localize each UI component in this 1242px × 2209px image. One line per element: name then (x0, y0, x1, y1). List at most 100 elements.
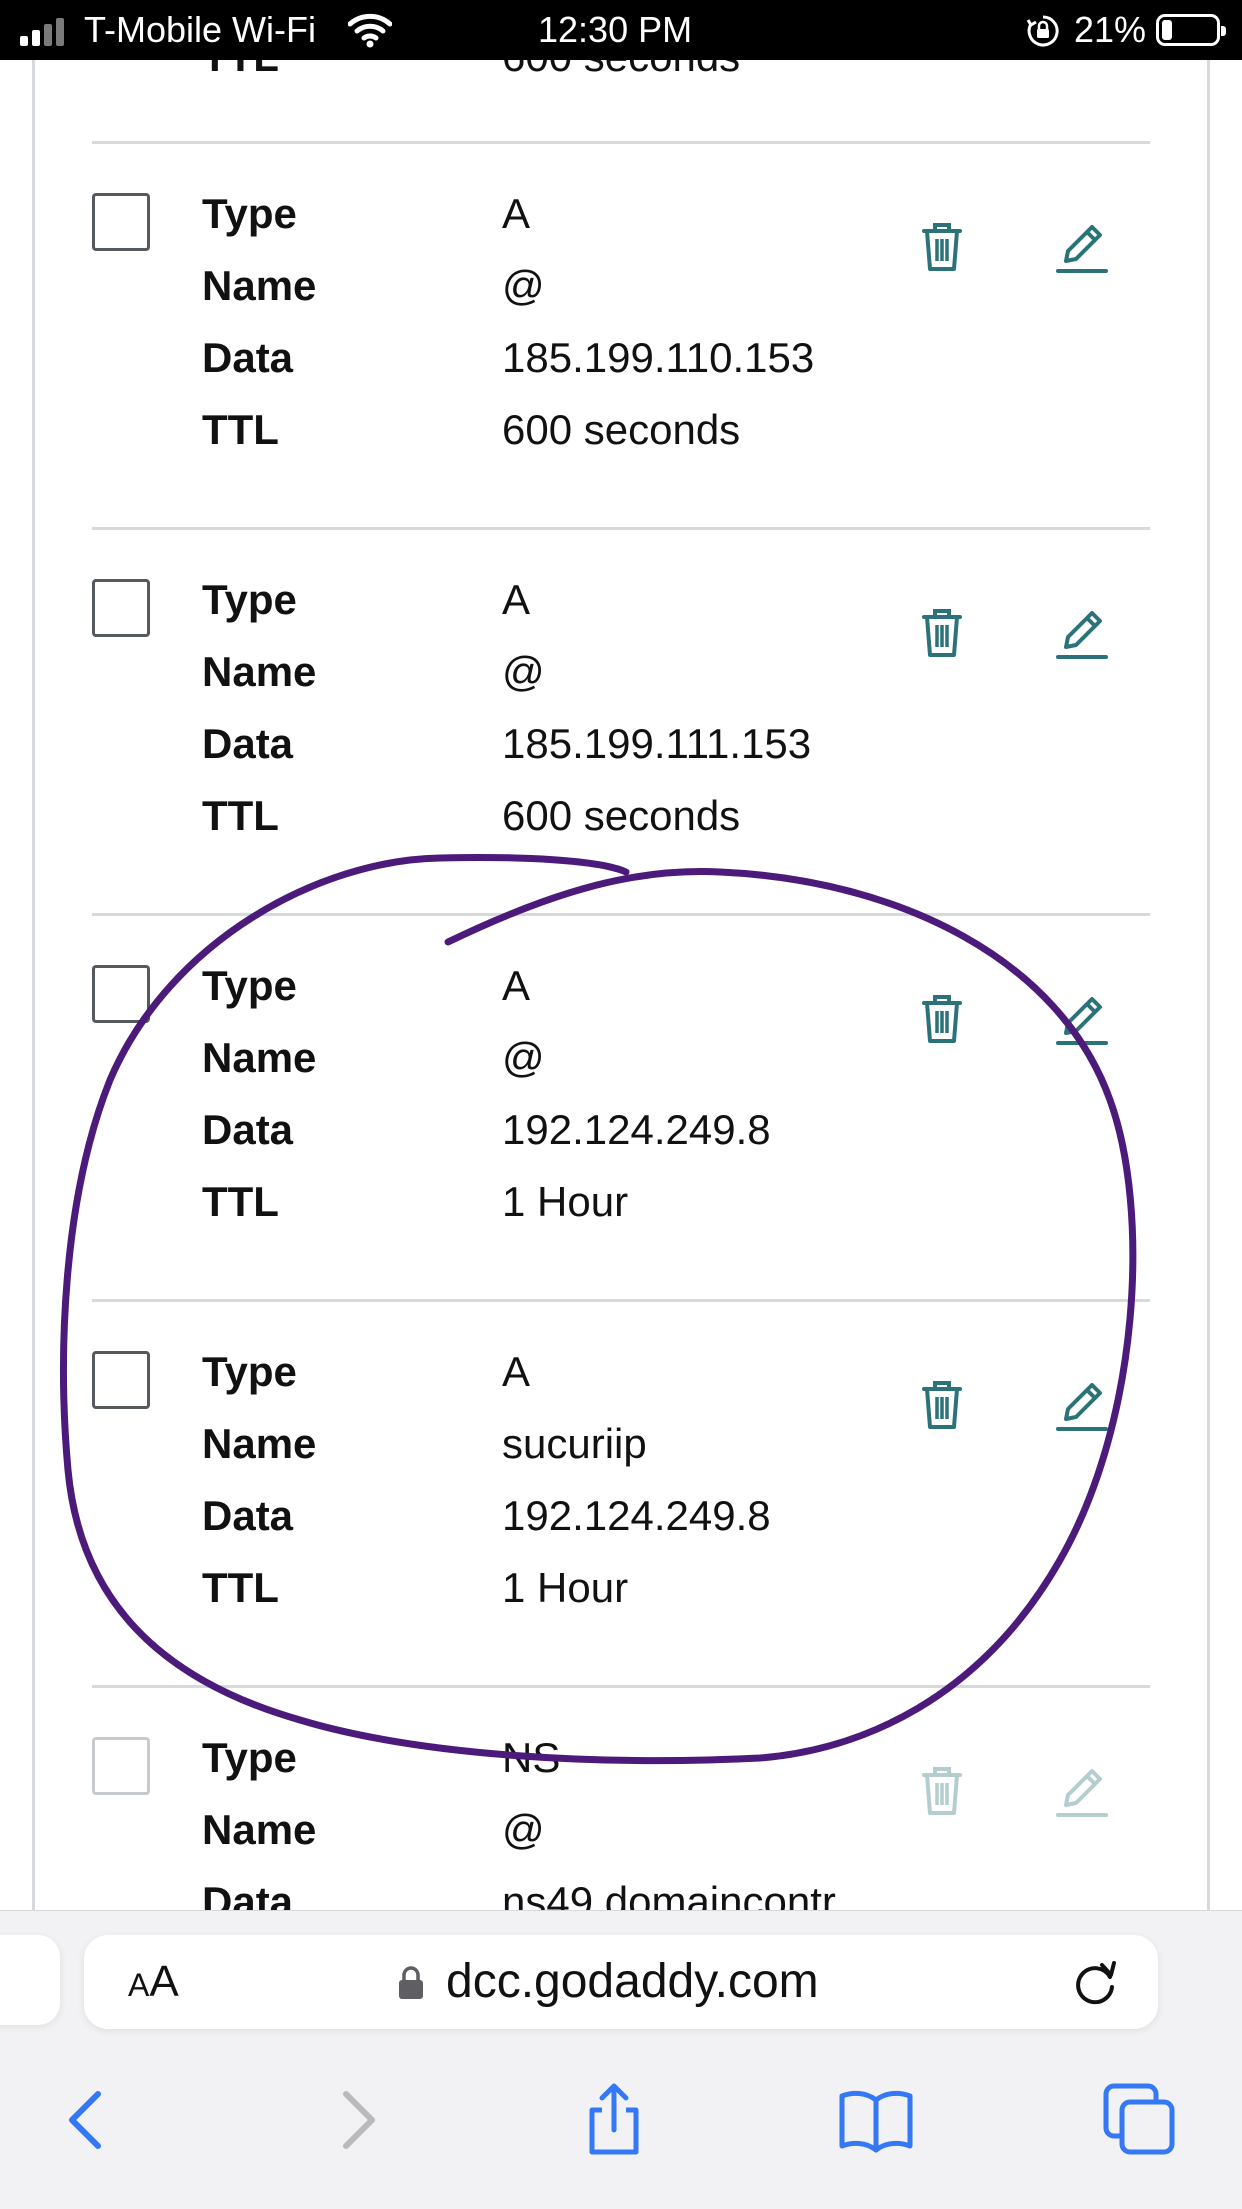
ttl-value: 600 seconds (502, 406, 741, 453)
type-label: Type (202, 1348, 297, 1395)
reload-button[interactable] (1068, 1955, 1122, 2009)
delete-record-button[interactable] (912, 989, 972, 1049)
ttl-label: TTL (202, 406, 279, 453)
type-value: A (502, 190, 531, 237)
delete-record-button[interactable] (912, 603, 972, 663)
name-value: @ (502, 1806, 545, 1853)
ttl-value: 600 seconds (502, 792, 741, 839)
ttl-value: 1 Hour (502, 1178, 629, 1225)
status-bar: T-Mobile Wi-Fi 12:30 PM 21% (0, 0, 1242, 60)
edit-record-button[interactable] (1052, 989, 1112, 1049)
back-icon (69, 2091, 101, 2149)
data-label: Data (202, 1878, 294, 1910)
battery-percentage: 21% (1074, 9, 1147, 50)
pencil-icon (1056, 1383, 1108, 1431)
delete-record-button[interactable] (912, 217, 972, 277)
ttl-label: TTL (202, 1564, 279, 1611)
ttl-label: TTL (202, 1178, 279, 1225)
record-select-checkbox[interactable] (92, 965, 150, 1023)
trash-icon (922, 609, 962, 657)
pencil-icon (1056, 225, 1108, 273)
name-value: sucuriip (502, 1420, 647, 1467)
type-label: Type (202, 962, 297, 1009)
tabs-icon (1103, 2083, 1175, 2155)
data-label: Data (202, 1492, 294, 1539)
wifi-icon (348, 13, 392, 48)
forward-button[interactable] (316, 2080, 396, 2160)
carrier-label: T-Mobile Wi-Fi (84, 9, 316, 50)
ttl-label: TTL (202, 60, 279, 80)
name-value: @ (502, 648, 545, 695)
data-value: 185.199.110.153 (502, 334, 815, 381)
record-select-checkbox[interactable] (92, 193, 150, 251)
ttl-value: 600 seconds (502, 60, 740, 80)
delete-record-button[interactable] (912, 1761, 972, 1821)
ttl-label: TTL (202, 792, 279, 839)
dns-record-row: Type NS Name @ Data ns49.domaincontr (0, 1710, 1242, 1910)
status-time: 12:30 PM (538, 9, 693, 50)
dns-record-row: Type A Name @ Data 185.199.111.153 TTL 6… (0, 529, 1242, 915)
name-value: @ (502, 1034, 545, 1081)
name-value: @ (502, 262, 545, 309)
name-label: Name (202, 648, 317, 695)
type-label: Type (202, 1734, 297, 1781)
lock-icon (399, 1966, 423, 1999)
pencil-icon (1056, 611, 1108, 659)
text-size-button[interactable]: AA (128, 1957, 179, 2007)
name-label: Name (202, 1420, 317, 1467)
previous-record-partial: TTL 600 seconds (0, 60, 1242, 80)
dns-record-row: Type A Name @ Data 185.199.110.153 TTL 6… (0, 143, 1242, 529)
delete-record-button[interactable] (912, 1375, 972, 1435)
name-label: Name (202, 1806, 317, 1853)
dns-record-row: Type A Name sucuriip Data 192.124.249.8 … (0, 1301, 1242, 1687)
trash-icon (922, 1381, 962, 1429)
battery-icon (1156, 14, 1226, 46)
tabs-button[interactable] (1100, 2080, 1180, 2160)
data-label: Data (202, 720, 294, 767)
share-icon (589, 2083, 639, 2155)
share-button[interactable] (574, 2080, 654, 2160)
edit-record-button[interactable] (1052, 1375, 1112, 1435)
back-button[interactable] (48, 2080, 128, 2160)
address-bar[interactable]: AA dcc.godaddy.com (84, 1935, 1158, 2029)
record-select-checkbox[interactable] (92, 579, 150, 637)
data-value: ns49.domaincontr (502, 1878, 836, 1910)
data-value: 185.199.111.153 (502, 720, 812, 767)
bookmarks-icon (839, 2090, 913, 2153)
reload-icon (1076, 1961, 1116, 2005)
data-value: 192.124.249.8 (502, 1492, 771, 1539)
pencil-icon (1056, 1769, 1108, 1817)
type-value: A (502, 1348, 531, 1395)
ttl-value: 1 Hour (502, 1564, 629, 1611)
type-label: Type (202, 576, 297, 623)
record-select-checkbox[interactable] (92, 1737, 150, 1795)
partial-record-clip: Type NS Name @ Data ns49.domaincontr (0, 1710, 1242, 1910)
url-text: dcc.godaddy.com (446, 1955, 819, 2008)
name-label: Name (202, 1034, 317, 1081)
edit-record-button[interactable] (1052, 217, 1112, 277)
cellular-signal-icon (20, 16, 70, 46)
dns-record-row: Type A Name @ Data 192.124.249.8 TTL 1 H… (0, 915, 1242, 1301)
safari-toolbar: AA dcc.godaddy.com (0, 1910, 1242, 2209)
bookmarks-button[interactable] (836, 2080, 916, 2160)
trash-icon (922, 1767, 962, 1815)
type-label: Type (202, 190, 297, 237)
orientation-lock-icon (1026, 15, 1059, 47)
type-value: NS (502, 1734, 561, 1781)
data-label: Data (202, 1106, 294, 1153)
trash-icon (922, 995, 962, 1043)
type-value: A (502, 576, 531, 623)
edit-record-button[interactable] (1052, 1761, 1112, 1821)
trash-icon (922, 223, 962, 271)
pencil-icon (1056, 997, 1108, 1045)
data-label: Data (202, 334, 294, 381)
name-label: Name (202, 262, 317, 309)
text-size-label: AA (128, 1957, 179, 2006)
type-value: A (502, 962, 531, 1009)
record-select-checkbox[interactable] (92, 1351, 150, 1409)
forward-icon (343, 2091, 375, 2149)
previous-tab-preview[interactable] (0, 1935, 60, 2025)
edit-record-button[interactable] (1052, 603, 1112, 663)
data-value: 192.124.249.8 (502, 1106, 771, 1153)
divider (92, 1685, 1150, 1688)
